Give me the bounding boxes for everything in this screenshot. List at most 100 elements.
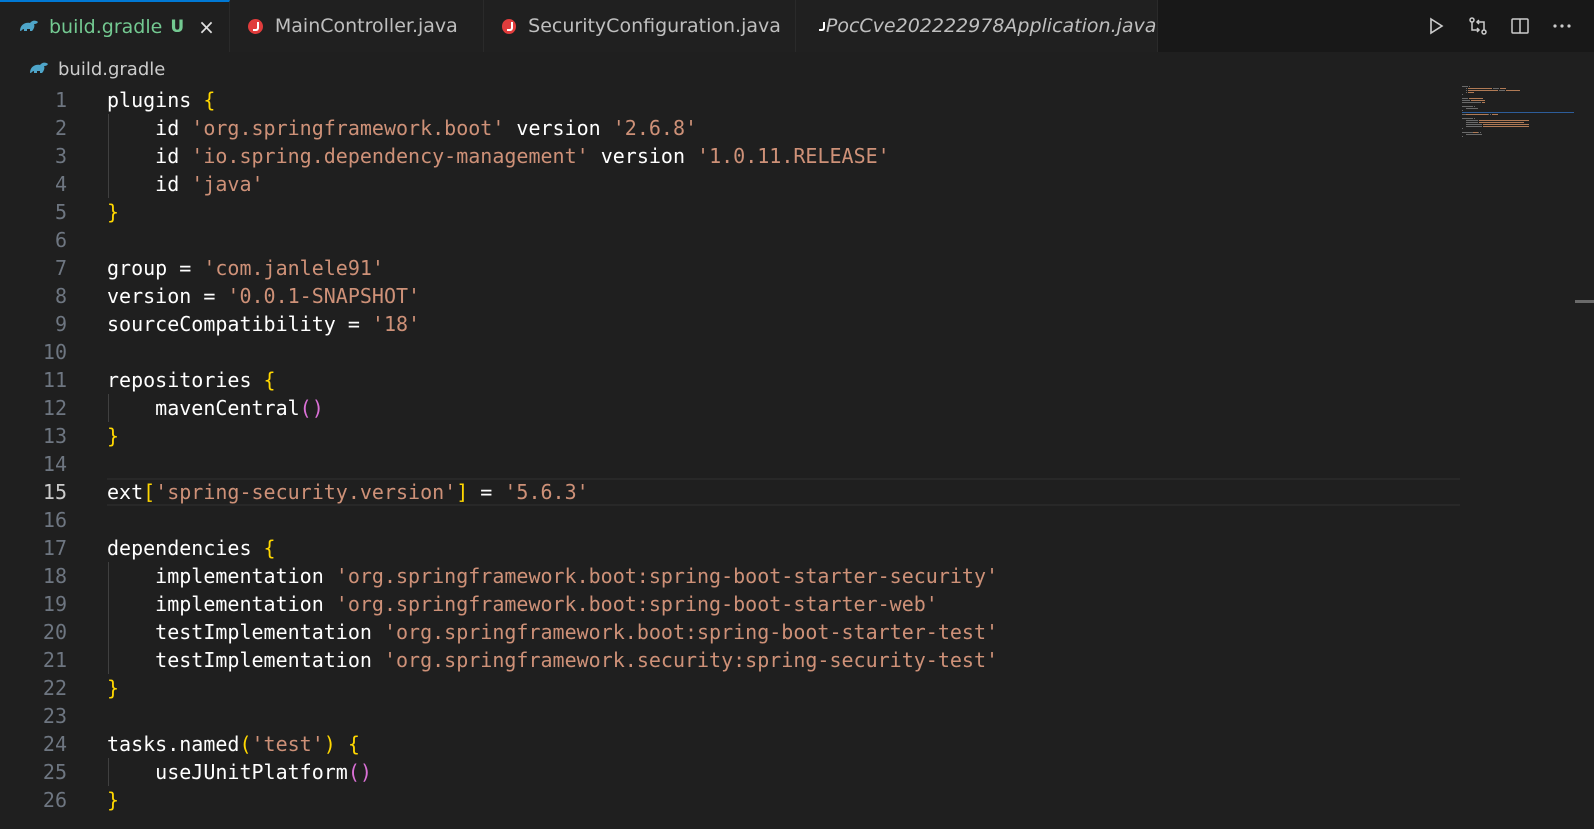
code-text: implementation 'org.springframework.boot… — [107, 562, 998, 590]
run-icon[interactable] — [1426, 16, 1446, 36]
indent-guide — [108, 114, 109, 198]
tab-label: SecurityConfiguration.java — [528, 15, 781, 37]
line-number: 22 — [42, 676, 67, 700]
identifier-token: id — [107, 144, 192, 168]
identifier-token: id — [107, 116, 192, 140]
identifier-token: version — [504, 116, 613, 140]
more-actions-icon[interactable] — [1552, 16, 1572, 36]
tab-label: build.gradle — [49, 16, 163, 38]
minimap-mark — [1482, 126, 1529, 127]
line-number: 25 — [42, 760, 67, 784]
minimap-mark — [1469, 98, 1483, 99]
tab-build-gradle[interactable]: build.gradle U × — [0, 0, 230, 52]
code-text: implementation 'org.springframework.boot… — [107, 590, 938, 618]
code-text: plugins { — [107, 86, 215, 114]
line-number: 20 — [42, 620, 67, 644]
line-number: 14 — [42, 452, 67, 476]
gradle-icon — [18, 19, 40, 35]
code-text: } — [107, 422, 119, 450]
code-line[interactable]: 8 version = '0.0.1-SNAPSHOT' — [0, 282, 1460, 310]
java-icon — [501, 18, 517, 34]
breadcrumb[interactable]: build.gradle — [0, 52, 1594, 86]
code-line[interactable]: 25 useJUnitPlatform() — [0, 758, 1460, 786]
untracked-badge: U — [170, 17, 185, 37]
code-text: mavenCentral() — [107, 394, 324, 422]
minimap-mark — [1465, 88, 1468, 89]
line-number: 15 — [42, 480, 67, 504]
minimap-mark — [1465, 124, 1482, 125]
close-icon[interactable]: × — [198, 15, 215, 39]
code-line[interactable]: 12 mavenCentral() — [0, 394, 1460, 422]
line-number: 12 — [42, 396, 67, 420]
minimap-mark — [1462, 102, 1481, 103]
code-editor[interactable]: 1 plugins {2 id 'org.springframework.boot… — [0, 86, 1594, 829]
tab-main-controller[interactable]: MainController.java — [229, 0, 484, 52]
code-text: useJUnitPlatform() — [107, 758, 372, 786]
code-line[interactable]: 9 sourceCompatibility = '18' — [0, 310, 1460, 338]
code-line[interactable]: 22} — [0, 674, 1460, 702]
line-number: 8 — [54, 284, 67, 308]
minimap-mark — [1469, 86, 1471, 87]
minimap-mark — [1468, 88, 1492, 89]
identifier-token: implementation — [107, 592, 336, 616]
code-line[interactable]: 23 — [0, 702, 1460, 730]
minimap-mark — [1473, 118, 1475, 119]
code-line[interactable]: 24 tasks.named('test') { — [0, 730, 1460, 758]
bracket-token: { — [263, 368, 276, 392]
code-line[interactable]: 16 — [0, 506, 1460, 534]
code-line[interactable]: 7 group = 'com.janlele91' — [0, 254, 1460, 282]
line-number: 26 — [42, 788, 67, 812]
line-number: 17 — [42, 536, 67, 560]
code-line[interactable]: 10 — [0, 338, 1460, 366]
code-line[interactable]: 1 plugins { — [0, 86, 1460, 114]
code-line[interactable]: 6 — [0, 226, 1460, 254]
split-editor-icon[interactable] — [1510, 16, 1530, 36]
code-line[interactable]: 2 id 'org.springframework.boot' version … — [0, 114, 1460, 142]
tab-security-configuration[interactable]: SecurityConfiguration.java — [483, 0, 796, 52]
minimap[interactable] — [1462, 86, 1572, 146]
identifier-token: dependencies — [107, 536, 264, 560]
bracket-token: () — [299, 396, 324, 420]
code-line[interactable]: 15 ext['spring-security.version'] = '5.6.… — [0, 478, 1460, 506]
compare-changes-icon[interactable] — [1468, 16, 1488, 36]
code-line[interactable]: 19 implementation 'org.springframework.b… — [0, 590, 1460, 618]
code-line[interactable]: 4 id 'java' — [0, 170, 1460, 198]
identifier-token: useJUnitPlatform — [107, 760, 348, 784]
code-line[interactable]: 3 id 'io.spring.dependency-management' v… — [0, 142, 1460, 170]
indent-guide — [108, 562, 109, 674]
code-line[interactable]: 13} — [0, 422, 1460, 450]
code-text: } — [107, 198, 119, 226]
string-token: 'com.janlele91' — [203, 256, 384, 280]
code-line[interactable]: 14 — [0, 450, 1460, 478]
code-line[interactable]: 21 testImplementation 'org.springframewo… — [0, 646, 1460, 674]
identifier-token: id — [107, 172, 192, 196]
bracket-token: ( — [239, 732, 252, 756]
tab-poc-application[interactable]: PocCve202222978Application.java — [795, 0, 1158, 52]
code-line[interactable]: 18 implementation 'org.springframework.b… — [0, 562, 1460, 590]
bracket-token: { — [347, 732, 360, 756]
code-text: tasks.named('test') { — [107, 730, 360, 758]
editor-actions — [1426, 0, 1594, 52]
code-line[interactable]: 20 testImplementation 'org.springframewo… — [0, 618, 1460, 646]
minimap-mark — [1480, 134, 1482, 135]
string-token: 'spring-security.version' — [155, 480, 457, 504]
minimap-mark — [1465, 108, 1477, 109]
identifier-token: testImplementation — [107, 648, 384, 672]
java-icon — [247, 18, 263, 34]
minimap-mark — [1479, 120, 1529, 121]
code-line[interactable]: 26} — [0, 786, 1460, 814]
minimap-mark — [1465, 90, 1468, 91]
identifier-token: tasks.named — [107, 732, 240, 756]
line-number: 6 — [54, 228, 67, 252]
code-line[interactable]: 11 repositories { — [0, 366, 1460, 394]
code-line[interactable]: 17 dependencies { — [0, 534, 1460, 562]
minimap-mark — [1468, 92, 1474, 93]
bracket-token: } — [107, 788, 120, 812]
identifier-token: group = — [107, 256, 204, 280]
indent-guide — [108, 758, 109, 786]
string-token: 'java' — [191, 172, 264, 196]
line-number: 18 — [42, 564, 67, 588]
minimap-mark — [1473, 106, 1475, 107]
scrollbar-thumb[interactable] — [1575, 300, 1594, 303]
code-line[interactable]: 5} — [0, 198, 1460, 226]
